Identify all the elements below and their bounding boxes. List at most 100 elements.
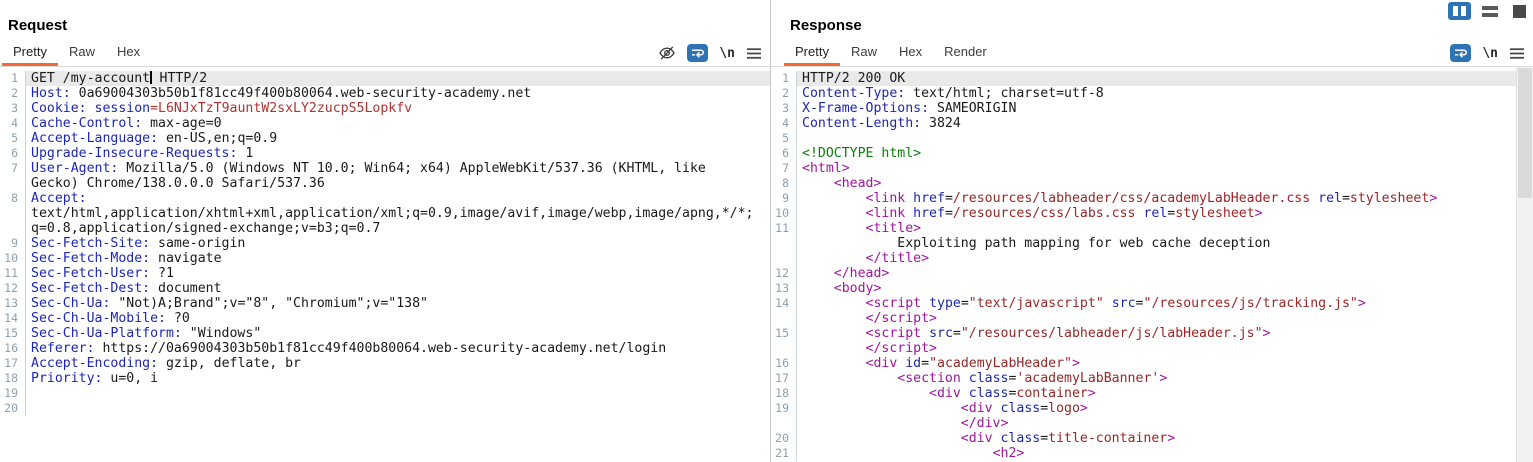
line-number: 16: [771, 356, 797, 371]
code-row[interactable]: 11 Sec-Fetch-User: ?1: [0, 266, 770, 281]
line-number: 17: [771, 371, 797, 386]
code-row[interactable]: 13 Sec-Ch-Ua: "Not)A;Brand";v="8", "Chrom…: [0, 296, 770, 311]
code-row[interactable]: 16 <div id="academyLabHeader">: [771, 356, 1533, 371]
code-row[interactable]: 1 HTTP/2 200 OK: [771, 71, 1533, 86]
line-number: 3: [0, 101, 26, 116]
code-row[interactable]: 20 <div class=title-container>: [771, 431, 1533, 446]
request-editor[interactable]: 1 GET /my-account HTTP/2 2 Host: 0a69004303…: [0, 67, 770, 462]
response-tab-render[interactable]: Render: [933, 40, 998, 66]
layout-columns-button[interactable]: [1448, 2, 1471, 20]
editor-menu-icon[interactable]: [1509, 47, 1525, 60]
code-text: <link href=/resources/labheader/css/acad…: [865, 191, 1438, 206]
code-row[interactable]: 2 Content-Type: text/html; charset=utf-8: [771, 86, 1533, 101]
response-tab-hex[interactable]: Hex: [888, 40, 933, 66]
response-panel-title: Response: [790, 17, 862, 34]
newline-icon[interactable]: \n: [719, 46, 735, 61]
code-row[interactable]: text/html,application/xhtml+xml,applicat…: [0, 206, 770, 221]
code-text: </div>: [960, 416, 1009, 431]
code-row[interactable]: 10 Sec-Fetch-Mode: navigate: [0, 251, 770, 266]
line-number: 7: [0, 161, 26, 176]
word-wrap-icon[interactable]: [687, 44, 709, 62]
line-number: [0, 221, 26, 236]
line-number: 18: [771, 386, 797, 401]
line-number: 6: [771, 146, 797, 161]
code-row[interactable]: 8 <head>: [771, 176, 1533, 191]
response-editor[interactable]: 1 HTTP/2 200 OK 2 Content-Type: text/html; …: [771, 67, 1533, 462]
code-row[interactable]: 2 Host: 0a69004303b50b1f81cc49f400b80064.…: [0, 86, 770, 101]
line-number: 5: [771, 131, 797, 146]
hide-nonprinting-icon[interactable]: [658, 45, 676, 61]
code-row[interactable]: 12 Sec-Fetch-Dest: document: [0, 281, 770, 296]
code-row[interactable]: </script>: [771, 341, 1533, 356]
code-row[interactable]: 11 <title>: [771, 221, 1533, 236]
code-row[interactable]: 14 Sec-Ch-Ua-Mobile: ?0: [0, 311, 770, 326]
code-row[interactable]: 6 <!DOCTYPE html>: [771, 146, 1533, 161]
code-row[interactable]: 7 User-Agent: Mozilla/5.0 (Windows NT 10.…: [0, 161, 770, 176]
layout-rows-button[interactable]: [1478, 2, 1501, 20]
code-row[interactable]: 4 Cache-Control: max-age=0: [0, 116, 770, 131]
layout-single-button[interactable]: [1508, 2, 1531, 20]
code-row[interactable]: 12 </head>: [771, 266, 1533, 281]
response-scrollbar[interactable]: [1516, 67, 1533, 462]
response-tab-pretty[interactable]: Pretty: [784, 40, 840, 66]
code-row[interactable]: 15 Sec-Ch-Ua-Platform: "Windows": [0, 326, 770, 341]
code-row[interactable]: 19 <div class=logo>: [771, 401, 1533, 416]
response-tab-raw[interactable]: Raw: [840, 40, 888, 66]
code-row[interactable]: 15 <script src="/resources/labheader/js/…: [771, 326, 1533, 341]
code-row[interactable]: 5 Accept-Language: en-US,en;q=0.9: [0, 131, 770, 146]
line-number: 10: [0, 251, 26, 266]
line-number: 1: [771, 71, 797, 86]
code-row[interactable]: 10 <link href=/resources/css/labs.css re…: [771, 206, 1533, 221]
code-row[interactable]: 18 <div class=container>: [771, 386, 1533, 401]
code-row[interactable]: 8 Accept:: [0, 191, 770, 206]
code-row[interactable]: </script>: [771, 311, 1533, 326]
newline-glyph: \n: [1482, 45, 1498, 61]
code-row[interactable]: 17 <section class='academyLabBanner'>: [771, 371, 1533, 386]
code-row[interactable]: 14 <script type="text/javascript" src="/…: [771, 296, 1533, 311]
code-text: Sec-Ch-Ua-Mobile: ?0: [31, 311, 190, 326]
code-row[interactable]: 1 GET /my-account HTTP/2: [0, 71, 770, 86]
line-number: 11: [771, 221, 797, 236]
request-tab-pretty[interactable]: Pretty: [2, 40, 58, 66]
line-number: 8: [771, 176, 797, 191]
code-text: Cache-Control: max-age=0: [31, 116, 222, 131]
newline-icon[interactable]: \n: [1482, 46, 1498, 61]
code-row[interactable]: 21 <h2>: [771, 446, 1533, 461]
editor-menu-icon[interactable]: [746, 47, 762, 60]
scrollbar-thumb[interactable]: [1518, 68, 1532, 198]
code-row[interactable]: 20: [0, 401, 770, 416]
code-row[interactable]: 3 Cookie: session=L6NJxTzT9auntW2sxLY2zuc…: [0, 101, 770, 116]
repeater-window: Request Pretty Raw Hex \n 1 GET /my-account…: [0, 0, 1533, 462]
code-row[interactable]: q=0.8,application/signed-exchange;v=b3;q…: [0, 221, 770, 236]
code-text: <div class=title-container>: [960, 431, 1176, 446]
line-number: 10: [771, 206, 797, 221]
code-row[interactable]: 7 <html>: [771, 161, 1533, 176]
code-row[interactable]: 5: [771, 131, 1533, 146]
word-wrap-icon[interactable]: [1450, 44, 1472, 62]
code-text: Sec-Fetch-User: ?1: [31, 266, 174, 281]
code-row[interactable]: 4 Content-Length: 3824: [771, 116, 1533, 131]
request-tab-hex[interactable]: Hex: [106, 40, 151, 66]
code-text: Exploiting path mapping for web cache de…: [802, 236, 1271, 251]
code-row[interactable]: 6 Upgrade-Insecure-Requests: 1: [0, 146, 770, 161]
line-number: [771, 236, 797, 251]
code-text: X-Frame-Options: SAMEORIGIN: [802, 101, 1017, 116]
code-row[interactable]: </div>: [771, 416, 1533, 431]
code-row[interactable]: 16 Referer: https://0a69004303b50b1f81cc4…: [0, 341, 770, 356]
code-row[interactable]: 3 X-Frame-Options: SAMEORIGIN: [771, 101, 1533, 116]
code-row[interactable]: </title>: [771, 251, 1533, 266]
response-panel: Response Pretty Raw Hex Render \n 1 HTTP/2 2…: [770, 0, 1533, 462]
code-row[interactable]: 17 Accept-Encoding: gzip, deflate, br: [0, 356, 770, 371]
code-row[interactable]: 19: [0, 386, 770, 401]
line-number: 9: [771, 191, 797, 206]
code-row[interactable]: 9 Sec-Fetch-Site: same-origin: [0, 236, 770, 251]
line-number: 2: [771, 86, 797, 101]
code-row[interactable]: 18 Priority: u=0, i: [0, 371, 770, 386]
code-text: Gecko) Chrome/138.0.0.0 Safari/537.36: [31, 176, 325, 191]
request-tab-raw[interactable]: Raw: [58, 40, 106, 66]
code-row[interactable]: 13 <body>: [771, 281, 1533, 296]
code-row[interactable]: 9 <link href=/resources/labheader/css/ac…: [771, 191, 1533, 206]
code-row[interactable]: Exploiting path mapping for web cache de…: [771, 236, 1533, 251]
code-row[interactable]: Gecko) Chrome/138.0.0.0 Safari/537.36: [0, 176, 770, 191]
